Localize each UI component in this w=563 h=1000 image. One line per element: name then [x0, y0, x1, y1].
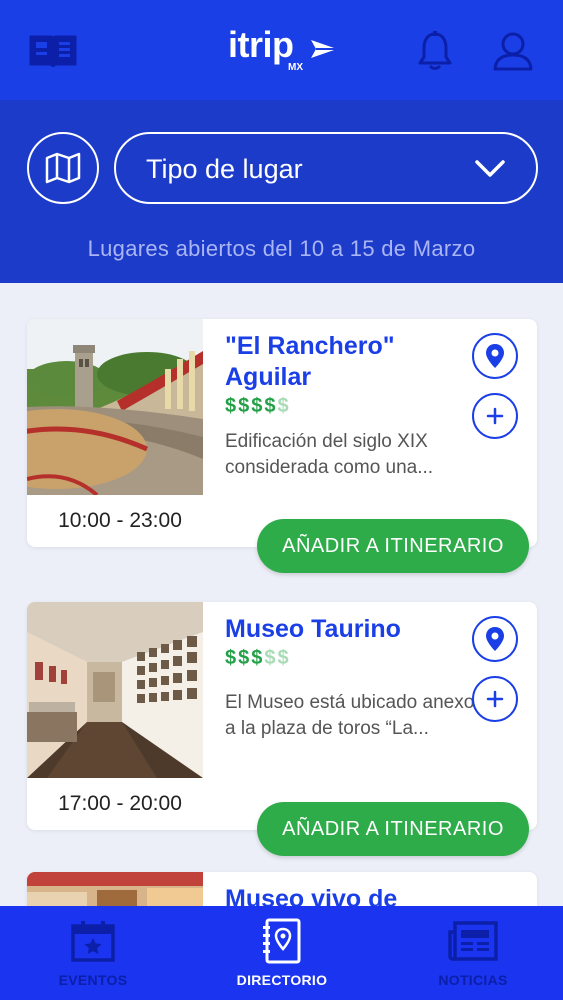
date-range-text: Lugares abiertos del 10 a 15 de Marzo [87, 236, 476, 261]
place-type-label: Tipo de lugar [146, 154, 303, 184]
guide-book-icon[interactable] [28, 28, 78, 74]
nav-label: NOTICIAS [438, 972, 508, 988]
location-pin-icon [486, 627, 504, 651]
place-title[interactable]: "El Ranchero" Aguilar [225, 331, 465, 393]
price-active: $$$ [225, 647, 265, 669]
add-to-itinerary-button[interactable]: AÑADIR A ITINERARIO [257, 519, 529, 573]
place-photo-museum [27, 602, 203, 778]
place-description: Edificación del siglo XIX considerada co… [225, 431, 434, 478]
plus-icon [486, 407, 504, 425]
location-pin-icon [486, 344, 504, 368]
map-icon [45, 152, 81, 184]
add-button[interactable] [472, 393, 518, 439]
price-inactive: $$ [264, 647, 291, 669]
nav-item-eventos[interactable]: EVENTOS [42, 906, 144, 1000]
price-inactive: $ [277, 395, 291, 417]
nav-label: EVENTOS [58, 972, 128, 988]
paper-plane-icon [311, 40, 337, 58]
map-view-button[interactable] [27, 132, 99, 204]
place-card[interactable]: 10:00 - 23:00 "El Ranchero" Aguilar $$$$… [27, 319, 537, 573]
opening-hours: 17:00 - 20:00 [58, 792, 182, 815]
top-app-bar: itrip MX [0, 0, 563, 100]
place-photo-bullring [27, 319, 203, 495]
add-to-itinerary-button[interactable]: AÑADIR A ITINERARIO [257, 802, 529, 856]
chevron-down-icon [475, 160, 505, 177]
newspaper-icon [448, 921, 498, 961]
add-button[interactable] [472, 676, 518, 722]
price-active: $$$$ [225, 395, 278, 417]
place-title[interactable]: Museo Taurino [225, 614, 465, 645]
price-level: $$$$$ [225, 647, 291, 670]
plus-icon [486, 690, 504, 708]
app-logo: itrip MX [228, 24, 338, 74]
user-icon[interactable] [488, 28, 538, 74]
bottom-navigation: EVENTOS DIRECTORIO NOTICIAS [0, 906, 563, 1000]
opening-hours: 10:00 - 23:00 [58, 509, 182, 532]
logo-text: itrip [228, 24, 294, 65]
place-description: El Museo está ubicado anexo a la plaza d… [225, 692, 475, 739]
price-level: $$$$$ [225, 395, 291, 418]
location-pin-button[interactable] [472, 616, 518, 662]
logo-subtext: MX [288, 62, 303, 73]
location-pin-button[interactable] [472, 333, 518, 379]
nav-item-noticias[interactable]: NOTICIAS [420, 906, 526, 1000]
place-card[interactable]: 17:00 - 20:00 Museo Taurino $$$$$ El Mus… [27, 602, 537, 856]
bell-icon[interactable] [410, 28, 460, 74]
filter-panel: Tipo de lugar Lugares abiertos del 10 a … [0, 100, 563, 283]
nav-item-directorio[interactable]: DIRECTORIO [226, 906, 338, 1000]
place-type-select[interactable]: Tipo de lugar [114, 132, 538, 204]
directory-pin-icon [263, 918, 301, 964]
nav-label: DIRECTORIO [236, 972, 328, 988]
calendar-star-icon [71, 921, 115, 962]
